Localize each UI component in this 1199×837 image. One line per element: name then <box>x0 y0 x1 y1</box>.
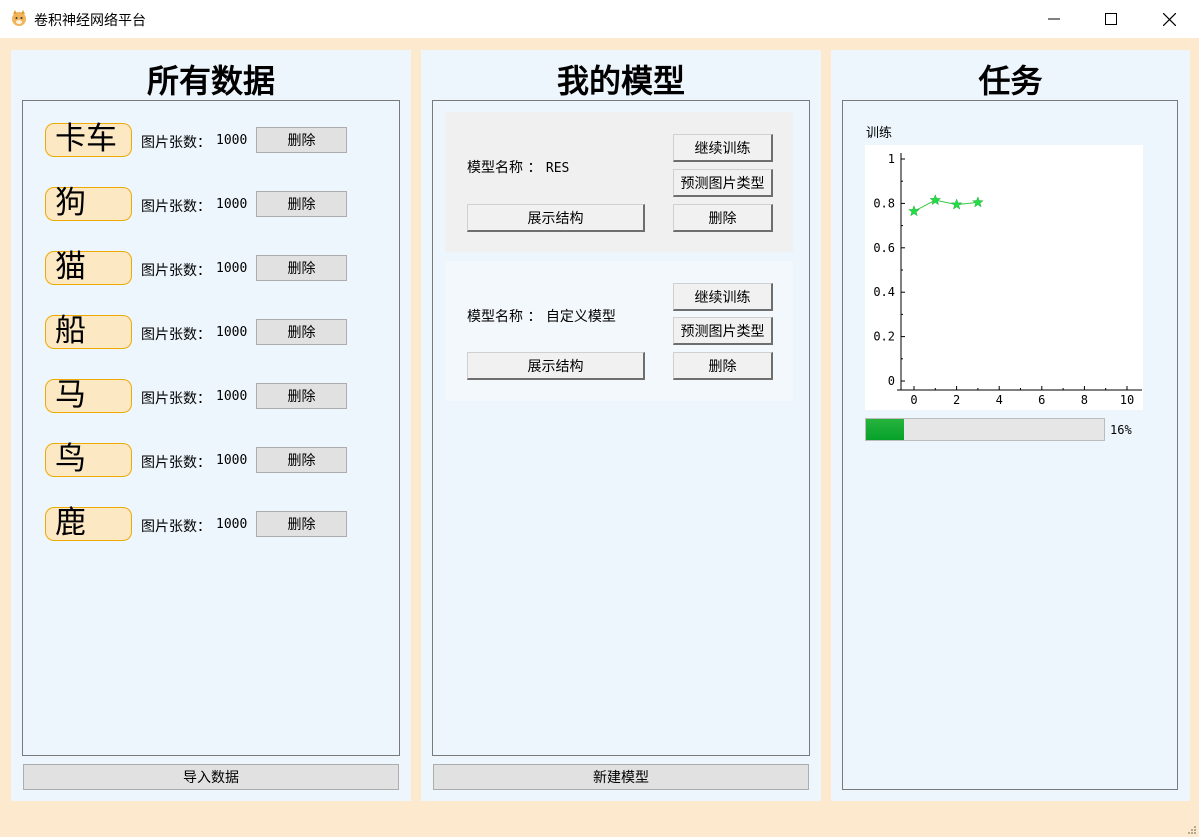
close-button[interactable] <box>1140 0 1198 38</box>
data-panel: 所有数据 卡车 图片张数： 1000 删除 狗 图片张数： 1000 删除 猫 … <box>11 50 411 801</box>
minimize-button[interactable] <box>1025 0 1083 38</box>
image-count-label: 图片张数： <box>141 391 211 407</box>
maximize-button[interactable] <box>1082 0 1140 38</box>
y-tick-label: 0.6 <box>873 241 895 255</box>
model-name-value: RES <box>545 161 570 176</box>
data-panel-title: 所有数据 <box>146 62 275 100</box>
minimize-icon <box>1048 18 1060 20</box>
y-tick-label: 0.2 <box>873 330 895 344</box>
model-name: 模型名称 ： RES <box>467 157 569 177</box>
delete-model-button[interactable]: 删除 <box>673 352 773 380</box>
training-chart: 0 0.2 0.4 0.6 0.8 1 0 2 4 6 8 10 <box>865 145 1143 410</box>
delete-model-button[interactable]: 删除 <box>673 204 773 232</box>
image-count-label: 图片张数： <box>141 135 211 151</box>
image-count-value: 1000 <box>216 453 248 468</box>
delete-data-button[interactable]: 删除 <box>256 127 347 153</box>
x-tick-label: 10 <box>1120 393 1134 407</box>
delete-data-button[interactable]: 删除 <box>256 511 347 537</box>
x-tick-label: 4 <box>996 393 1003 407</box>
y-tick-label: 1 <box>888 152 895 166</box>
app-icon <box>12 10 26 26</box>
task-panel-title: 任务 <box>978 62 1043 100</box>
model-name-label: 模型名称 ： <box>467 309 542 325</box>
category-tag[interactable]: 狗 <box>45 187 132 221</box>
delete-data-button[interactable]: 删除 <box>256 191 347 217</box>
model-card: 模型名称 ： RES 展示结构 继续训练 预测图片类型 删除 <box>445 112 793 252</box>
series-line <box>913 199 978 212</box>
category-tag[interactable]: 猫 <box>45 251 132 285</box>
training-progress-bar <box>865 418 1105 441</box>
close-icon <box>1162 12 1176 26</box>
window-title: 卷积神经网络平台 <box>34 13 146 29</box>
predict-button[interactable]: 预测图片类型 <box>673 169 773 197</box>
progress-text: 16% <box>1110 423 1132 437</box>
model-card: 模型名称 ： 自定义模型 展示结构 继续训练 预测图片类型 删除 <box>445 261 793 401</box>
category-tag[interactable]: 鸟 <box>45 443 132 477</box>
progress-fill <box>866 419 905 440</box>
import-data-button[interactable]: 导入数据 <box>23 764 399 790</box>
predict-button[interactable]: 预测图片类型 <box>673 317 773 345</box>
continue-train-button[interactable]: 继续训练 <box>673 283 773 311</box>
new-model-button[interactable]: 新建模型 <box>433 764 809 790</box>
model-panel: 我的模型 模型名称 ： RES 展示结构 继续训练 预测图片类型 删除 模型名称… <box>421 50 821 801</box>
show-structure-button[interactable]: 展示结构 <box>467 204 645 232</box>
model-panel-title: 我的模型 <box>556 62 685 100</box>
image-count-label: 图片张数： <box>141 327 211 343</box>
image-count-label: 图片张数： <box>141 455 211 471</box>
resize-grip-icon[interactable] <box>1187 825 1197 835</box>
category-tag[interactable]: 船 <box>45 315 132 349</box>
image-count-value: 1000 <box>216 197 248 212</box>
model-name: 模型名称 ： 自定义模型 <box>467 306 616 326</box>
image-count-value: 1000 <box>216 517 248 532</box>
model-list-box: 模型名称 ： RES 展示结构 继续训练 预测图片类型 删除 模型名称 ： 自定… <box>432 100 810 756</box>
x-tick-label: 6 <box>1038 393 1045 407</box>
model-name-label: 模型名称 ： <box>467 160 542 176</box>
image-count-label: 图片张数： <box>141 263 211 279</box>
y-tick-label: 0.4 <box>873 285 895 299</box>
delete-data-button[interactable]: 删除 <box>256 319 347 345</box>
data-point-star <box>972 196 984 208</box>
x-tick-label: 8 <box>1081 393 1088 407</box>
image-count-value: 1000 <box>216 133 248 148</box>
delete-data-button[interactable]: 删除 <box>256 447 347 473</box>
y-tick-label: 0 <box>888 374 895 388</box>
delete-data-button[interactable]: 删除 <box>256 383 347 409</box>
maximize-icon <box>1105 13 1117 25</box>
category-tag[interactable]: 鹿 <box>45 507 132 541</box>
x-tick-label: 0 <box>910 393 917 407</box>
image-count-value: 1000 <box>216 325 248 340</box>
chart-svg: 00.20.40.60.810 2 4 6 8 10 <box>873 152 1142 407</box>
model-name-value: 自定义模型 <box>545 309 616 325</box>
delete-data-button[interactable]: 删除 <box>256 255 347 281</box>
image-count-label: 图片张数： <box>141 199 211 215</box>
data-point-star <box>950 198 963 210</box>
data-list-box: 卡车 图片张数： 1000 删除 狗 图片张数： 1000 删除 猫 图片张数：… <box>22 100 400 756</box>
chart-title: 训练 <box>866 126 893 141</box>
y-tick-label: 0.8 <box>873 196 895 210</box>
continue-train-button[interactable]: 继续训练 <box>673 134 773 162</box>
data-point-star <box>929 194 942 206</box>
category-tag[interactable]: 马 <box>45 379 132 413</box>
show-structure-button[interactable]: 展示结构 <box>467 352 645 380</box>
data-point-star <box>908 205 920 217</box>
image-count-value: 1000 <box>216 389 248 404</box>
category-tag[interactable]: 卡车 <box>45 123 132 157</box>
image-count-value: 1000 <box>216 261 248 276</box>
image-count-label: 图片张数： <box>141 519 211 535</box>
x-tick-label: 2 <box>953 393 960 407</box>
title-bar: 卷积神经网络平台 <box>0 0 1199 38</box>
